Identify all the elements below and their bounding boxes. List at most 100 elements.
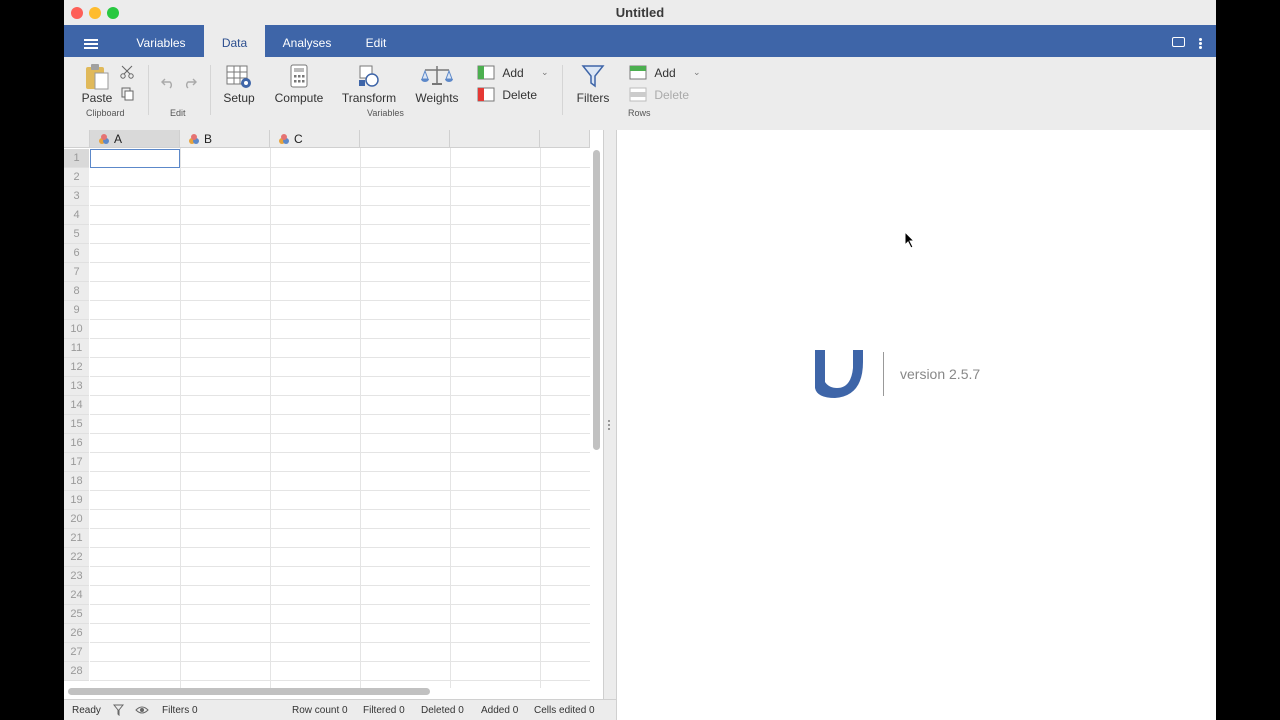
row-header[interactable]: 24 [64,586,89,605]
eye-icon[interactable] [135,705,149,715]
row-header[interactable]: 22 [64,548,89,567]
jamovi-logo [815,350,863,398]
row-header[interactable]: 2 [64,168,89,187]
spreadsheet[interactable]: A B C 1 2 3 4 5 6 7 8 9 10 11 12 13 14 15 16 17 18 19 20 21 2… [64,130,604,700]
row-header[interactable]: 5 [64,225,89,244]
hamburger-menu-icon[interactable] [84,39,98,49]
status-added: Added 0 [481,705,519,716]
weights-button[interactable]: Weights [412,63,462,105]
version-text: version 2.5.7 [900,366,981,382]
column-header-c[interactable]: C [270,130,360,148]
paste-button[interactable]: Paste [80,63,114,105]
scissors-icon [120,65,134,79]
add-variable-label: Add [502,65,524,80]
status-cells-edited: Cells edited 0 [534,705,595,716]
undo-icon [161,78,172,89]
status-deleted: Deleted 0 [421,705,464,716]
horizontal-scrollbar[interactable] [68,688,430,695]
calculator-icon [290,64,308,88]
row-header[interactable]: 6 [64,244,89,263]
tab-data[interactable]: Data [204,25,265,57]
nominal-variable-icon [279,134,289,144]
row-header[interactable]: 28 [64,662,89,681]
row-header[interactable]: 19 [64,491,89,510]
cut-button[interactable] [119,65,135,82]
column-header-empty[interactable] [450,130,540,148]
tab-variables[interactable]: Variables [126,25,196,57]
undo-button[interactable] [160,75,176,92]
row-header[interactable]: 13 [64,377,89,396]
tab-analyses[interactable]: Analyses [274,25,340,57]
row-header[interactable]: 9 [64,301,89,320]
row-header[interactable]: 4 [64,206,89,225]
row-header[interactable]: 16 [64,434,89,453]
more-options-icon[interactable] [1199,38,1202,50]
mouse-cursor-icon [904,231,916,249]
row-header[interactable]: 1 [64,149,89,168]
setup-button[interactable]: Setup [219,63,259,105]
transform-label: Transform [341,91,397,105]
row-header[interactable]: 7 [64,263,89,282]
filters-button[interactable]: Filters [572,63,614,105]
add-row-button[interactable]: Add ⌄ [629,65,709,80]
selected-cell[interactable] [90,149,180,168]
column-header-a[interactable]: A [90,130,180,148]
results-panel [616,130,1216,720]
delete-variable-button[interactable]: Delete [477,87,549,102]
tab-edit[interactable]: Edit [358,25,394,57]
add-variable-button[interactable]: Add ⌄ [477,65,549,80]
column-name: B [204,132,213,146]
compute-label: Compute [274,91,324,105]
setup-label: Setup [223,91,255,105]
menu-bar: Variables Data Analyses Edit [64,25,1216,57]
row-header[interactable]: 15 [64,415,89,434]
status-ready: Ready [72,705,101,716]
row-header[interactable]: 27 [64,643,89,662]
row-header[interactable]: 10 [64,320,89,339]
ribbon: Paste Clipboard Edit Setup Compute Trans… [64,57,1216,123]
row-header[interactable]: 20 [64,510,89,529]
compute-button[interactable]: Compute [272,63,326,105]
column-header-empty[interactable] [360,130,450,148]
app-window: Untitled Variables Data Analyses Edit Pa… [64,0,1216,720]
nominal-variable-icon [99,134,109,144]
weights-label: Weights [415,91,459,105]
row-header[interactable]: 21 [64,529,89,548]
rows-group-label: Rows [628,108,651,118]
row-header[interactable]: 17 [64,453,89,472]
copy-button[interactable] [119,87,135,104]
paste-label: Paste [81,91,113,105]
delete-row-button[interactable]: Delete [629,87,709,102]
row-header[interactable]: 12 [64,358,89,377]
filter-icon[interactable] [113,704,124,716]
status-filters: Filters 0 [162,705,198,716]
window-title: Untitled [615,5,665,20]
column-header-empty[interactable] [540,130,590,148]
filter-funnel-icon [581,65,605,88]
row-header[interactable]: 23 [64,567,89,586]
row-header[interactable]: 25 [64,605,89,624]
column-header-b[interactable]: B [180,130,270,148]
row-header[interactable]: 3 [64,187,89,206]
clipboard-group-label: Clipboard [86,108,125,118]
redo-icon [186,78,197,89]
transform-button[interactable]: Transform [338,63,400,105]
logo-divider [883,352,884,396]
chevron-down-icon[interactable]: ⌄ [541,67,549,77]
add-row-icon [629,65,647,80]
pane-splitter-handle[interactable] [608,420,611,432]
status-bar: Ready Filters 0 Row count 0 Filtered 0 D… [64,699,616,720]
vertical-scrollbar[interactable] [593,150,600,450]
scales-icon [421,66,453,85]
row-header[interactable]: 26 [64,624,89,643]
nominal-variable-icon [189,134,199,144]
status-row-count: Row count 0 [292,705,348,716]
row-header[interactable]: 8 [64,282,89,301]
redo-button[interactable] [182,75,198,92]
corner-header [64,130,90,148]
row-header[interactable]: 18 [64,472,89,491]
results-mode-icon[interactable] [1172,37,1185,47]
chevron-down-icon[interactable]: ⌄ [693,67,701,77]
row-header[interactable]: 14 [64,396,89,415]
row-header[interactable]: 11 [64,339,89,358]
